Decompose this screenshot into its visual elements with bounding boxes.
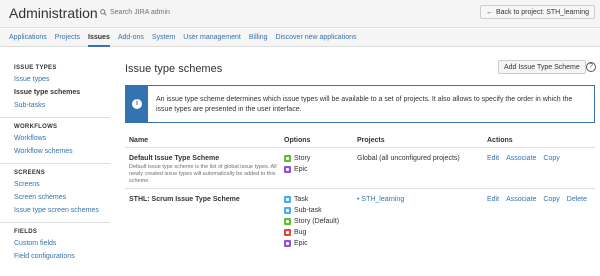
arrow-left-icon: ← (486, 8, 493, 16)
back-to-project-button[interactable]: ← Back to project: STH_learning (480, 5, 595, 19)
option-story: Story (Default) (284, 218, 339, 225)
tab-system[interactable]: System (152, 29, 175, 47)
scheme-actions: Edit Associate Copy (487, 155, 560, 162)
sidebar-item-workflows[interactable]: Workflows (14, 135, 110, 142)
scheme-project-cell: • STH_learning (357, 196, 404, 203)
copy-link[interactable]: Copy (543, 196, 559, 203)
bug-icon (284, 229, 291, 236)
column-header-projects: Projects (357, 137, 385, 144)
add-issue-type-scheme-button[interactable]: Add Issue Type Scheme (498, 60, 586, 74)
scheme-options: Task Sub-task Story (Default) Bug Epic (284, 196, 339, 251)
scheme-description: Default issue type scheme is the list of… (129, 164, 277, 184)
scheme-name: Default Issue Type Scheme (129, 155, 220, 162)
bullet-icon: • (357, 196, 360, 203)
scheme-name-cell: Default Issue Type Scheme Default issue … (129, 155, 277, 185)
option-label: Bug (294, 229, 307, 236)
sidebar-heading: ISSUE TYPES (14, 65, 57, 71)
option-label: Story (Default) (294, 218, 340, 225)
help-icon[interactable]: ? (586, 62, 596, 72)
scheme-options: Story Epic (284, 155, 310, 177)
epic-icon (284, 166, 291, 173)
search-placeholder: Search JIRA admin (110, 9, 170, 16)
sidebar-section-fields: FIELDS Custom fields Field configuration… (0, 222, 110, 268)
sidebar-section-workflows: WORKFLOWS Workflows Workflow schemes (0, 117, 110, 163)
admin-search[interactable]: Search JIRA admin (100, 9, 170, 16)
option-story: Story (284, 155, 310, 162)
sidebar-section-issue-types: ISSUE TYPES Issue types Issue type schem… (0, 59, 110, 117)
option-label: Task (294, 196, 309, 203)
scheme-actions: Edit Associate Copy Delete (487, 196, 587, 203)
option-label: Epic (294, 166, 308, 173)
story-icon (284, 155, 291, 162)
scheme-project: Global (all unconfigured projects) (357, 155, 460, 162)
option-label: Epic (294, 240, 308, 247)
column-header-actions: Actions (487, 137, 513, 144)
option-sub-task: Sub-task (284, 207, 339, 214)
sidebar-item-issue-types[interactable]: Issue types (14, 76, 110, 83)
table-header: Name Options Projects Actions (125, 133, 595, 148)
sidebar-heading: FIELDS (14, 229, 38, 235)
story-icon (284, 218, 291, 225)
tab-discover-new-applications[interactable]: Discover new applications (276, 29, 357, 47)
project-link[interactable]: STH_learning (361, 196, 404, 203)
info-icon: i (132, 99, 142, 109)
tab-user-management[interactable]: User management (183, 29, 241, 47)
option-task: Task (284, 196, 339, 203)
tab-add-ons[interactable]: Add-ons (118, 29, 144, 47)
sidebar-item-issue-type-screen-schemes[interactable]: Issue type screen schemes (14, 207, 110, 214)
tab-billing[interactable]: Billing (249, 29, 268, 47)
associate-link[interactable]: Associate (506, 155, 536, 162)
sidebar-item-issue-type-schemes[interactable]: Issue type schemes (14, 89, 110, 96)
sidebar-heading: SCREENS (14, 170, 46, 176)
admin-sidebar: ISSUE TYPES Issue types Issue type schem… (0, 59, 110, 268)
option-epic: Epic (284, 240, 339, 247)
sidebar-item-screen-schemes[interactable]: Screen schemes (14, 194, 110, 201)
edit-link[interactable]: Edit (487, 196, 499, 203)
tab-issues[interactable]: Issues (88, 29, 110, 47)
column-header-name: Name (129, 137, 149, 144)
page-title: Issue type schemes (125, 63, 223, 75)
copy-link[interactable]: Copy (543, 155, 559, 162)
option-label: Sub-task (294, 207, 322, 214)
sidebar-item-custom-fields[interactable]: Custom fields (14, 240, 110, 247)
option-bug: Bug (284, 229, 339, 236)
option-label: Story (294, 155, 311, 162)
back-button-label: Back to project: STH_learning (496, 8, 589, 16)
admin-header: Administration Search JIRA admin ← Back … (0, 0, 600, 28)
tab-projects[interactable]: Projects (55, 29, 80, 47)
sidebar-item-workflow-schemes[interactable]: Workflow schemes (14, 148, 110, 155)
table-row: Default Issue Type Scheme Default issue … (125, 148, 595, 189)
scheme-name: STHL: Scrum Issue Type Scheme (129, 196, 240, 203)
search-icon (100, 9, 107, 16)
admin-tabs: Applications Projects Issues Add-ons Sys… (0, 29, 600, 47)
sidebar-item-screens[interactable]: Screens (14, 181, 110, 188)
task-icon (284, 196, 291, 203)
delete-link[interactable]: Delete (567, 196, 587, 203)
column-header-options: Options (284, 137, 311, 144)
associate-link[interactable]: Associate (506, 196, 536, 203)
page-header-title: Administration (9, 5, 98, 21)
scheme-name-cell: STHL: Scrum Issue Type Scheme (129, 196, 240, 203)
tab-applications[interactable]: Applications (9, 29, 47, 47)
sidebar-item-sub-tasks[interactable]: Sub-tasks (14, 102, 110, 109)
sidebar-section-screens: SCREENS Screens Screen schemes Issue typ… (0, 163, 110, 222)
edit-link[interactable]: Edit (487, 155, 499, 162)
option-epic: Epic (284, 166, 310, 173)
epic-icon (284, 240, 291, 247)
sidebar-item-field-configurations[interactable]: Field configurations (14, 253, 110, 260)
sidebar-heading: WORKFLOWS (14, 124, 58, 130)
sub-task-icon (284, 207, 291, 214)
table-row: STHL: Scrum Issue Type Scheme Task Sub-t… (125, 189, 595, 273)
info-message: i An issue type scheme determines which … (125, 85, 595, 123)
info-text: An issue type scheme determines which is… (156, 96, 573, 113)
schemes-table: Name Options Projects Actions Default Is… (125, 133, 595, 273)
